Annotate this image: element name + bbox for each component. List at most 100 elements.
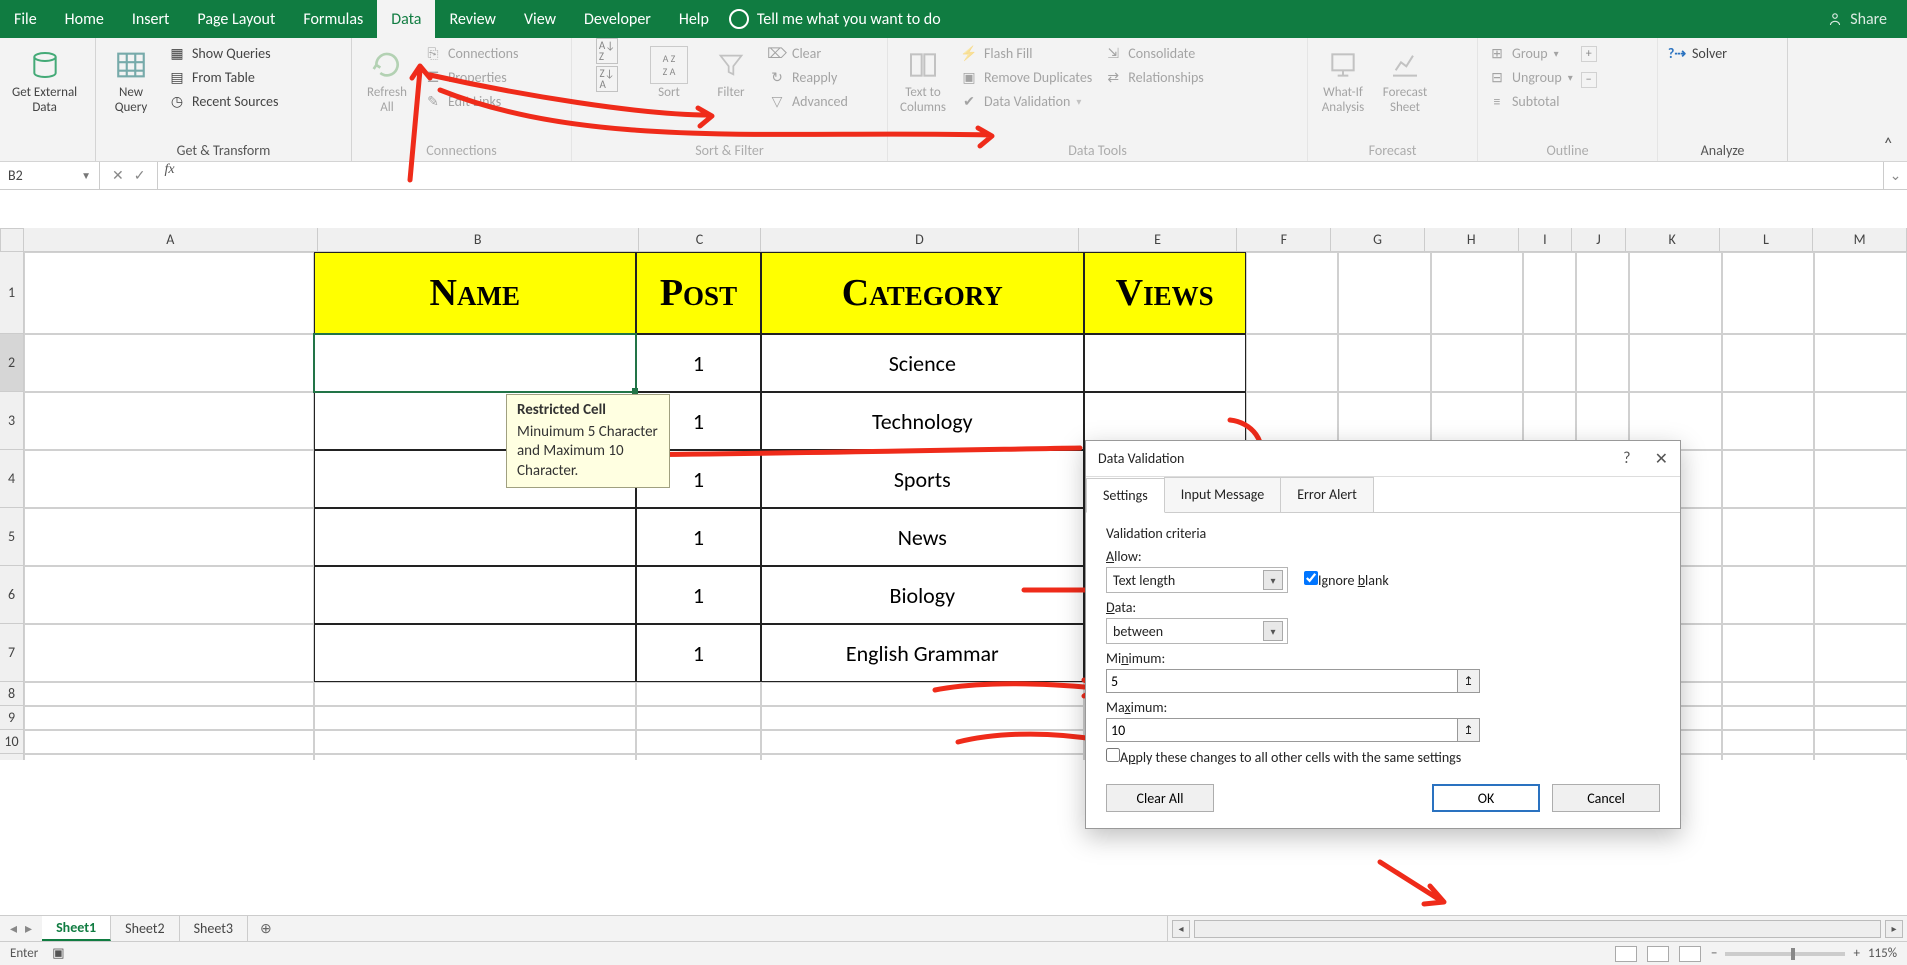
cell-D4[interactable]: Sports [761,450,1083,508]
fx-icon[interactable]: fx [158,162,180,189]
name-box[interactable]: B2▼ [0,162,100,189]
tab-help[interactable]: Help [665,0,723,38]
cancel-button[interactable]: Cancel [1552,784,1660,812]
cell-B6[interactable] [314,566,636,624]
new-query-button[interactable]: NewQuery [102,42,160,120]
share-button[interactable]: Share [1806,0,1907,38]
get-external-data-button[interactable]: Get ExternalData [6,42,83,120]
tab-view[interactable]: View [510,0,570,38]
page-break-view-icon[interactable] [1679,946,1701,962]
normal-view-icon[interactable] [1615,946,1637,962]
row-header-2[interactable]: 2 [0,334,24,392]
col-header-A[interactable]: A [24,228,318,252]
horizontal-scrollbar[interactable]: ◂ ▸ [1167,916,1907,941]
select-all-button[interactable] [0,228,24,252]
close-icon[interactable]: ✕ [1655,449,1668,469]
col-header-J[interactable]: J [1572,228,1626,252]
edit-links-button[interactable]: ✎Edit Links [420,90,522,112]
tab-pagelayout[interactable]: Page Layout [183,0,289,38]
page-layout-view-icon[interactable] [1647,946,1669,962]
scroll-left-icon[interactable]: ◂ [1172,920,1190,938]
cell-E2[interactable] [1084,334,1246,392]
next-sheet-icon[interactable]: ▸ [25,920,32,937]
advanced-filter-button[interactable]: ▽Advanced [764,90,852,112]
solver-button[interactable]: ?⇢Solver [1664,42,1731,64]
maximum-input[interactable] [1106,718,1458,742]
zoom-in-icon[interactable]: + [1853,946,1859,961]
tab-home[interactable]: Home [51,0,118,38]
row-header-8[interactable]: 8 [0,682,24,706]
subtotal-button[interactable]: ≡Subtotal [1484,90,1577,112]
text-to-columns-button[interactable]: Text toColumns [894,42,952,120]
group-button[interactable]: ⊞Group ▾ [1484,42,1577,64]
clear-filter-button[interactable]: ⌦Clear [764,42,852,64]
sort-button[interactable]: A ZZ ASort [640,42,698,105]
cell-D6[interactable]: Biology [761,566,1083,624]
row-header-7[interactable]: 7 [0,624,24,682]
filter-button[interactable]: Filter [702,42,760,105]
data-select[interactable]: between▾ [1106,618,1288,644]
tab-review[interactable]: Review [435,0,510,38]
sheet-tab-1[interactable]: Sheet1 [42,916,111,941]
tell-me[interactable]: Tell me what you want to do [729,0,941,38]
minimum-input[interactable] [1106,669,1458,693]
allow-select[interactable]: Text length▾ [1106,567,1288,593]
scroll-right-icon[interactable]: ▸ [1885,920,1903,938]
prev-sheet-icon[interactable]: ◂ [10,920,17,937]
remove-duplicates-button[interactable]: ▣Remove Duplicates [956,66,1096,88]
expand-icon[interactable]: + [1581,46,1597,62]
tab-developer[interactable]: Developer [570,0,665,38]
from-table-button[interactable]: ▤From Table [164,66,283,88]
ungroup-button[interactable]: ⊟Ungroup ▾ [1484,66,1577,88]
flash-fill-button[interactable]: ⚡Flash Fill [956,42,1096,64]
row-header-4[interactable]: 4 [0,450,24,508]
tab-file[interactable]: File [0,0,51,38]
expand-formula-bar[interactable]: ⌄ [1883,162,1907,189]
tab-formulas[interactable]: Formulas [289,0,377,38]
connections-button[interactable]: ⎘Connections [420,42,522,64]
range-picker-icon[interactable]: ↥ [1458,669,1480,693]
cancel-edit-icon[interactable]: ✕ [112,167,124,184]
col-header-H[interactable]: H [1425,228,1519,252]
refresh-all-button[interactable]: RefreshAll [358,42,416,120]
zoom-slider[interactable] [1725,952,1845,956]
recent-sources-button[interactable]: ◷Recent Sources [164,90,283,112]
dialog-tab-error-alert[interactable]: Error Alert [1280,477,1374,512]
col-header-I[interactable]: I [1519,228,1573,252]
cell-C6[interactable]: 1 [636,566,761,624]
show-queries-button[interactable]: ▦Show Queries [164,42,283,64]
collapse-icon[interactable]: − [1581,72,1597,88]
cell-C7[interactable]: 1 [636,624,761,682]
col-header-C[interactable]: C [639,228,761,252]
data-validation-button[interactable]: ✔Data Validation ▾ [956,90,1096,112]
help-icon[interactable]: ? [1623,449,1630,469]
row-header-9[interactable]: 9 [0,706,24,730]
row-header-3[interactable]: 3 [0,392,24,450]
row-header-6[interactable]: 6 [0,566,24,624]
forecast-sheet-button[interactable]: ForecastSheet [1376,42,1434,120]
tab-insert[interactable]: Insert [118,0,184,38]
clear-all-button[interactable]: Clear All [1106,784,1214,812]
relationships-button[interactable]: ⇄Relationships [1100,66,1207,88]
tab-data[interactable]: Data [377,0,435,38]
add-sheet-button[interactable]: ⊕ [248,916,284,941]
col-header-M[interactable]: M [1813,228,1907,252]
reapply-button[interactable]: ↻Reapply [764,66,852,88]
confirm-edit-icon[interactable]: ✓ [134,167,146,184]
cell-B5[interactable] [314,508,636,566]
dialog-tab-settings[interactable]: Settings [1086,478,1165,513]
properties-button[interactable]: ☰Properties [420,66,522,88]
scrollbar-track[interactable] [1194,920,1881,938]
row-header-1[interactable]: 1 [0,252,24,334]
ignore-blank-checkbox[interactable]: Ignore blank [1304,571,1389,589]
dialog-tab-input-message[interactable]: Input Message [1164,477,1281,512]
col-header-F[interactable]: F [1237,228,1331,252]
zoom-out-icon[interactable]: − [1711,946,1717,961]
apply-all-checkbox[interactable]: Apply these changes to all other cells w… [1106,748,1660,766]
cell-D7[interactable]: English Grammar [761,624,1083,682]
cell-D3[interactable]: Technology [761,392,1083,450]
cell-D5[interactable]: News [761,508,1083,566]
whatif-button[interactable]: What-IfAnalysis [1314,42,1372,120]
col-header-G[interactable]: G [1331,228,1425,252]
collapse-ribbon-button[interactable]: ˄ [1883,133,1893,155]
